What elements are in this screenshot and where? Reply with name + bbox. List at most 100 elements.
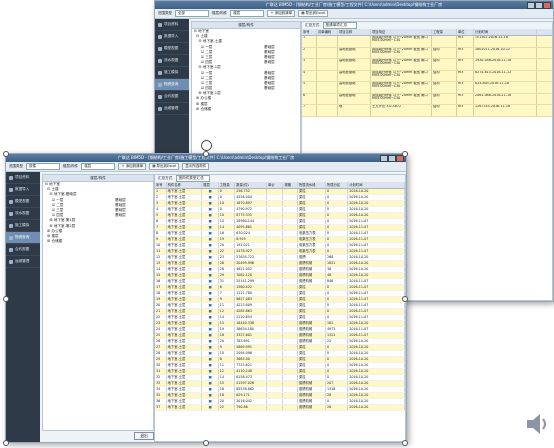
sidebar-item-label: 施工模拟 (164, 70, 179, 74)
export-excel-button[interactable]: ▦ 导出到Excel (149, 163, 180, 170)
sidebar-item[interactable]: 模型视图 (6, 196, 40, 208)
table-row[interactable]: 2 高地桩基础 带线路开槽基 1TY~20mm 板宽 管口 MU5.00mm~C30… (302, 47, 552, 59)
add-to-list-button[interactable]: ＋添加到清单 (118, 163, 147, 170)
sidebar-item[interactable]: 合约视图 (155, 91, 189, 103)
table-cell: 15 (219, 321, 236, 326)
mode-select[interactable]: 全部 (175, 10, 209, 17)
table-cell: 38 (326, 267, 349, 272)
table-cell (267, 255, 284, 260)
sidebar-item[interactable]: 施工模拟 (6, 220, 40, 232)
table-row[interactable]: 37 地下室-土层 ■ 22 790.86 套槽机械 28 2016-10-20 (155, 405, 405, 411)
table-cell: 8.919 (235, 237, 268, 242)
sidebar-item[interactable]: 物资查询 (155, 79, 189, 91)
sidebar-item[interactable]: 运维管理 (6, 256, 40, 268)
front-summary-select[interactable]: 按构件类型汇总 (175, 175, 210, 182)
table-cell: 地下室-土层 (167, 243, 203, 248)
module-icon (9, 175, 13, 180)
table-cell: 1318 (326, 387, 349, 392)
sidebar-item[interactable]: 数据导入 (6, 184, 40, 196)
table-cell: 地下室-土层 (167, 285, 203, 290)
table-cell: 9 (219, 345, 236, 350)
filter-select[interactable]: 楼层 (81, 163, 116, 170)
table-row[interactable]: 3 高地桩基础 带线路开槽基 1TY~20mm 板宽 管口 MU5.00mm~C30… (302, 59, 552, 71)
sidebar-item[interactable]: 流水视图 (155, 55, 189, 67)
resize-handle-ml[interactable] (3, 296, 9, 302)
sidebar-item[interactable]: 物资查询 (6, 232, 40, 244)
table-cell: 2016-10-20 (348, 351, 405, 356)
table-cell: 19 (219, 237, 236, 242)
filter-label: 楼层/构件 (63, 164, 79, 168)
table-cell (267, 207, 284, 212)
maximize-icon[interactable] (535, 2, 543, 9)
add-to-list-button[interactable]: ＋添加到清单 (267, 10, 296, 17)
module-icon (9, 235, 13, 240)
back-window-titlebar[interactable]: 广联达 BIM5D - [钢结构/工业厂房/施工模型/工程文件] C:\User… (155, 1, 553, 9)
column-header[interactable]: 序号 (155, 182, 167, 188)
table-cell: 梁柱 (298, 297, 326, 302)
exit-button[interactable]: 退出 (134, 432, 154, 440)
minimize-icon[interactable] (527, 2, 535, 9)
table-cell: 地下室-土层 (167, 357, 203, 362)
table-row[interactable]: 7 地土方开挖 3.0-4872 结构 m3 1267145-2016-11-18 (302, 105, 552, 117)
resize-handle-tr[interactable] (402, 151, 408, 157)
table-cell: 2016-10-20 (348, 255, 405, 260)
table-row[interactable]: 5 高地桩基础 带线路开槽基 1TY~20mm 板宽 管口 MU5.00mm~C30… (302, 82, 552, 94)
sidebar-item[interactable]: 项目资料 (6, 172, 40, 184)
resize-handle-br[interactable] (402, 440, 408, 446)
sidebar-item[interactable]: 合约视图 (6, 244, 40, 256)
table-cell: 地下室-土层 (167, 399, 203, 404)
table-cell (267, 213, 284, 218)
table-cell: 地下室-土层 (167, 381, 203, 386)
column-header[interactable]: 数量(件) (235, 182, 268, 188)
table-row[interactable]: 4 高地桩基础 带线路开槽基 1TY~20mm 板宽 管口 MU5.00mm~C30… (302, 70, 552, 82)
sidebar-item[interactable]: 施工模拟 (155, 67, 189, 79)
sidebar-item-label: 数据导入 (15, 187, 30, 191)
resize-handle-tm[interactable] (203, 151, 209, 157)
column-header[interactable]: 规格 (283, 182, 299, 188)
mode-select[interactable]: 按楼 (26, 163, 60, 170)
resize-handle-mr[interactable] (402, 296, 408, 302)
table-cell: 4621.052 (235, 267, 268, 272)
column-header[interactable]: 所属流水段 (298, 182, 326, 188)
column-header[interactable]: 清单编码 (317, 29, 338, 35)
column-header[interactable]: 楼层 (202, 182, 219, 188)
sidebar-item[interactable]: 数据导入 (155, 31, 189, 43)
table-cell (267, 291, 284, 296)
filter-select[interactable]: 楼层 (230, 10, 265, 17)
table-cell: 2 (302, 47, 317, 58)
column-header[interactable]: 单价 (267, 182, 284, 188)
rotate-handle[interactable] (201, 140, 212, 151)
resize-handle-tl[interactable] (3, 151, 9, 157)
minimize-icon[interactable] (380, 155, 388, 162)
table-row[interactable]: 6 高地桩基础 带线路开槽基 1TY~20mm 板宽 管口 MU5.00mm~C30… (302, 93, 552, 105)
sidebar-item[interactable]: 项目资料 (155, 19, 189, 31)
speaker-icon[interactable] (525, 413, 549, 435)
resize-handle-bm[interactable] (203, 440, 209, 446)
tree-node[interactable]: ⊞ 仓储楼 (45, 239, 153, 244)
column-header[interactable]: 工程量 (432, 29, 457, 35)
back-summary-select[interactable]: 按清单项汇总 (322, 22, 357, 29)
filter-label: 楼层/构件 (212, 11, 228, 15)
table-row[interactable]: 1 带线路开槽基 1TY~20mm 板宽 管口 MU5.00mm~C30 m3 TE1… (302, 36, 552, 48)
column-header[interactable]: 项目特征 (371, 29, 432, 35)
show-selected-button[interactable]: 显示所选构件 (182, 163, 210, 170)
column-header[interactable]: 计划时间 (474, 29, 537, 35)
column-header[interactable]: 构件名称 (167, 182, 203, 188)
resize-handle-bl[interactable] (3, 440, 9, 446)
column-header[interactable]: 所属分区 (326, 182, 349, 188)
column-header[interactable]: 计划时间 (348, 182, 405, 188)
table-cell (267, 249, 284, 254)
export-excel-button[interactable]: ▦ 导出到Excel (298, 10, 329, 17)
column-header[interactable]: 单位 (457, 29, 474, 35)
sidebar-item[interactable]: 流水视图 (6, 208, 40, 220)
table-cell: 16 (219, 387, 236, 392)
close-icon[interactable] (543, 2, 551, 9)
tree-node[interactable]: ⊞ 仓储楼 (194, 107, 300, 112)
sidebar-item[interactable]: 模型视图 (155, 43, 189, 55)
table-cell: 0 (326, 369, 349, 374)
column-header[interactable]: 序号 (302, 29, 317, 35)
column-header[interactable]: 项目名称 (338, 29, 371, 35)
sidebar-item[interactable]: 运维管理 (155, 103, 189, 115)
column-header[interactable]: 工程量 (219, 182, 236, 188)
maximize-icon[interactable] (388, 155, 396, 162)
